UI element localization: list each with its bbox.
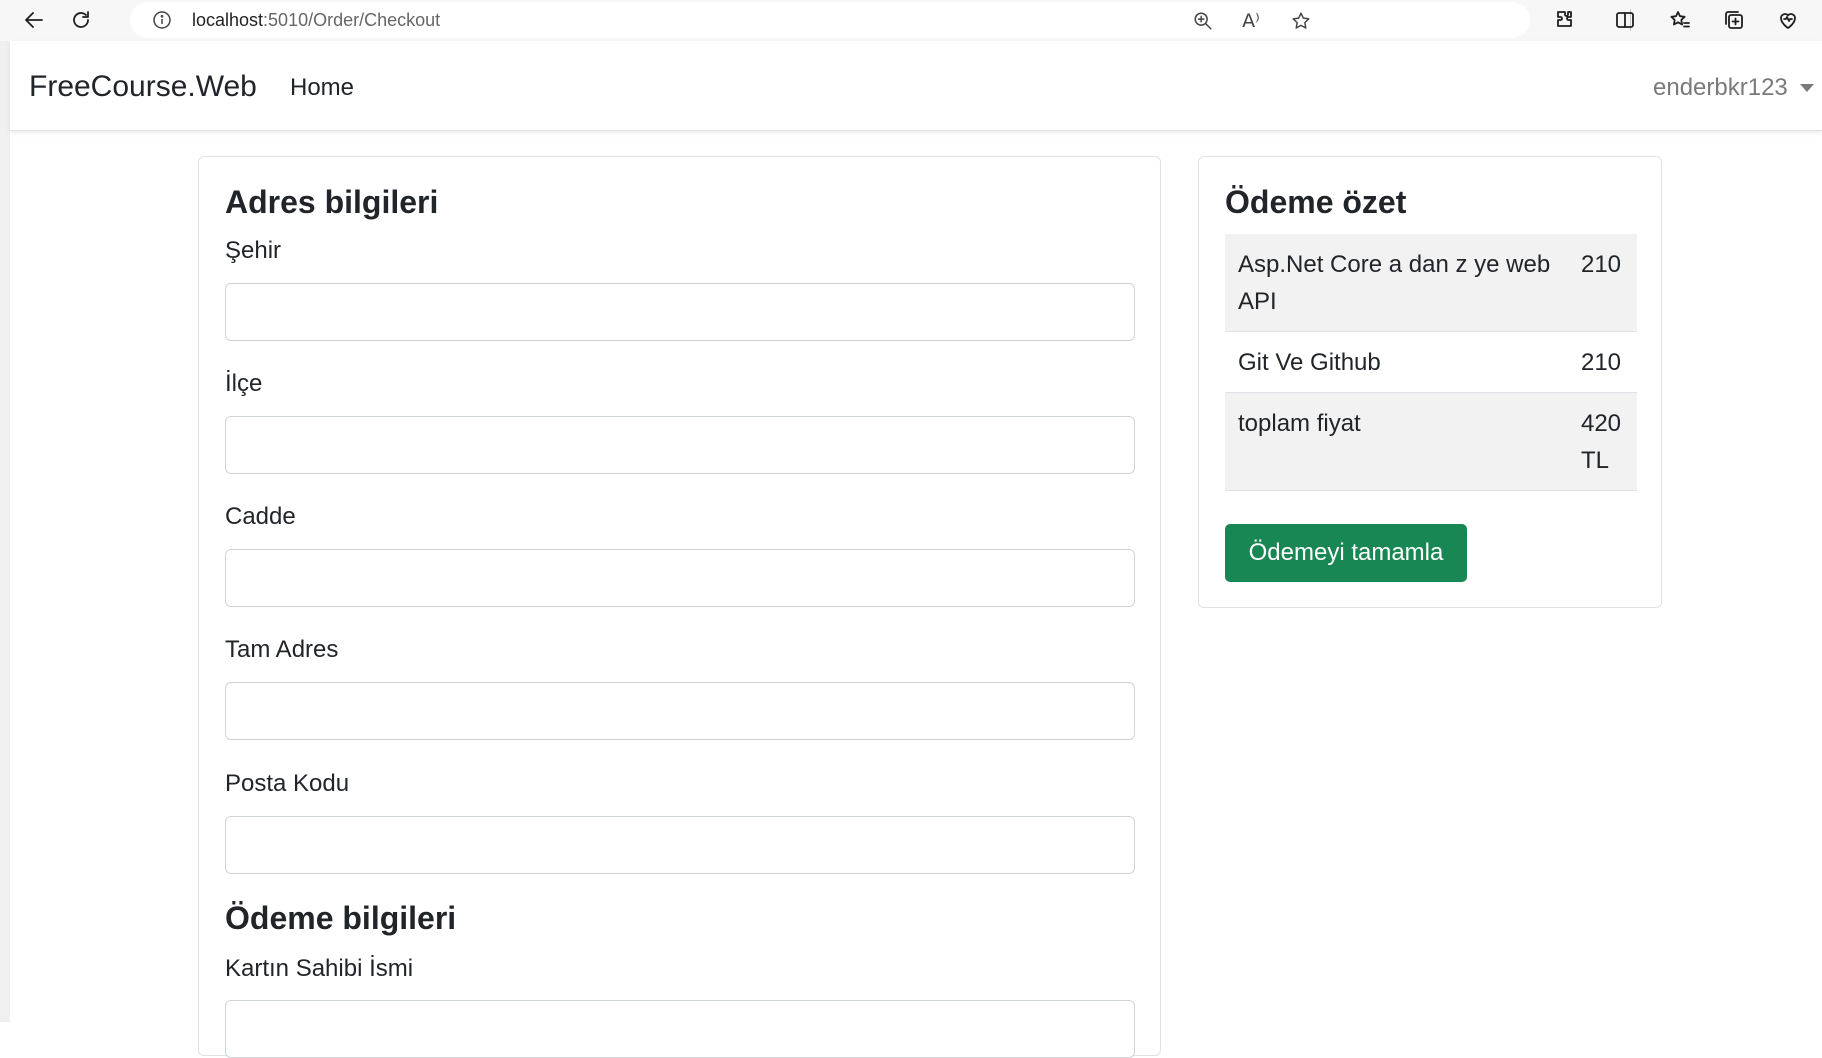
summary-title: Ödeme özet [1225,184,1407,220]
payment-summary-card: Ödeme özet Asp.Net Core a dan z ye web A… [1198,156,1662,608]
address-card: Adres bilgileri Şehir İlçe Cadde Tam Adr… [198,156,1161,1058]
postal-code-label: Posta Kodu [225,770,350,797]
table-row: Git Ve Github 210 [1225,331,1637,393]
street-input[interactable] [225,549,1135,607]
user-dropdown[interactable]: enderbkr123 [1653,74,1814,102]
favorite-star-icon[interactable] [1288,8,1314,34]
payment-section-title: Ödeme bilgileri [225,900,457,936]
back-arrow-icon[interactable] [17,3,51,37]
summary-table: Asp.Net Core a dan z ye web API 210 Git … [1225,234,1637,491]
address-section-title: Adres bilgileri [225,184,439,220]
total-label: toplam fiyat [1225,392,1569,491]
nav-home-link[interactable]: Home [290,74,354,102]
refresh-icon[interactable] [64,3,98,37]
item-price: 210 [1568,234,1637,332]
item-name: Git Ve Github [1225,331,1569,393]
browser-essentials-icon[interactable] [1771,3,1805,37]
total-row: toplam fiyat 420 TL [1225,392,1637,491]
address-bar[interactable]: localhost:5010/Order/Checkout A⁾ [130,2,1530,38]
item-price: 210 [1568,331,1637,393]
site-navbar: FreeCourse.Web Home enderbkr123 [10,41,1822,131]
collections-icon[interactable] [1717,3,1751,37]
total-value: 420 TL [1568,392,1637,491]
zoom-icon[interactable] [1190,8,1216,34]
full-address-input[interactable] [225,682,1135,740]
url-text[interactable]: localhost:5010/Order/Checkout [192,10,440,31]
card-holder-input[interactable] [225,1000,1135,1058]
item-name: Asp.Net Core a dan z ye web API [1225,234,1569,332]
postal-code-input[interactable] [225,816,1135,874]
favorites-icon[interactable] [1663,3,1697,37]
user-name: enderbkr123 [1653,74,1788,101]
card-holder-label: Kartın Sahibi İsmi [225,955,414,982]
split-screen-icon[interactable] [1608,3,1642,37]
read-aloud-glyph: A⁾ [1242,10,1260,32]
district-label: İlçe [225,370,263,397]
street-label: Cadde [225,503,296,530]
browser-toolbar: localhost:5010/Order/Checkout A⁾ [0,0,1822,41]
full-address-label: Tam Adres [225,636,339,663]
table-row: Asp.Net Core a dan z ye web API 210 [1225,234,1637,332]
site-info-icon[interactable] [152,10,172,30]
complete-payment-button[interactable]: Ödemeyi tamamla [1225,524,1467,582]
chevron-down-icon [1799,84,1814,92]
city-input[interactable] [225,283,1135,341]
url-host: localhost [192,10,264,30]
extensions-icon[interactable] [1548,3,1582,37]
city-label: Şehir [225,237,282,264]
brand-link[interactable]: FreeCourse.Web [29,70,257,104]
viewport-edge [0,41,10,1022]
district-input[interactable] [225,416,1135,474]
url-path: :5010/Order/Checkout [263,10,441,30]
read-aloud-icon[interactable]: A⁾ [1238,8,1264,34]
